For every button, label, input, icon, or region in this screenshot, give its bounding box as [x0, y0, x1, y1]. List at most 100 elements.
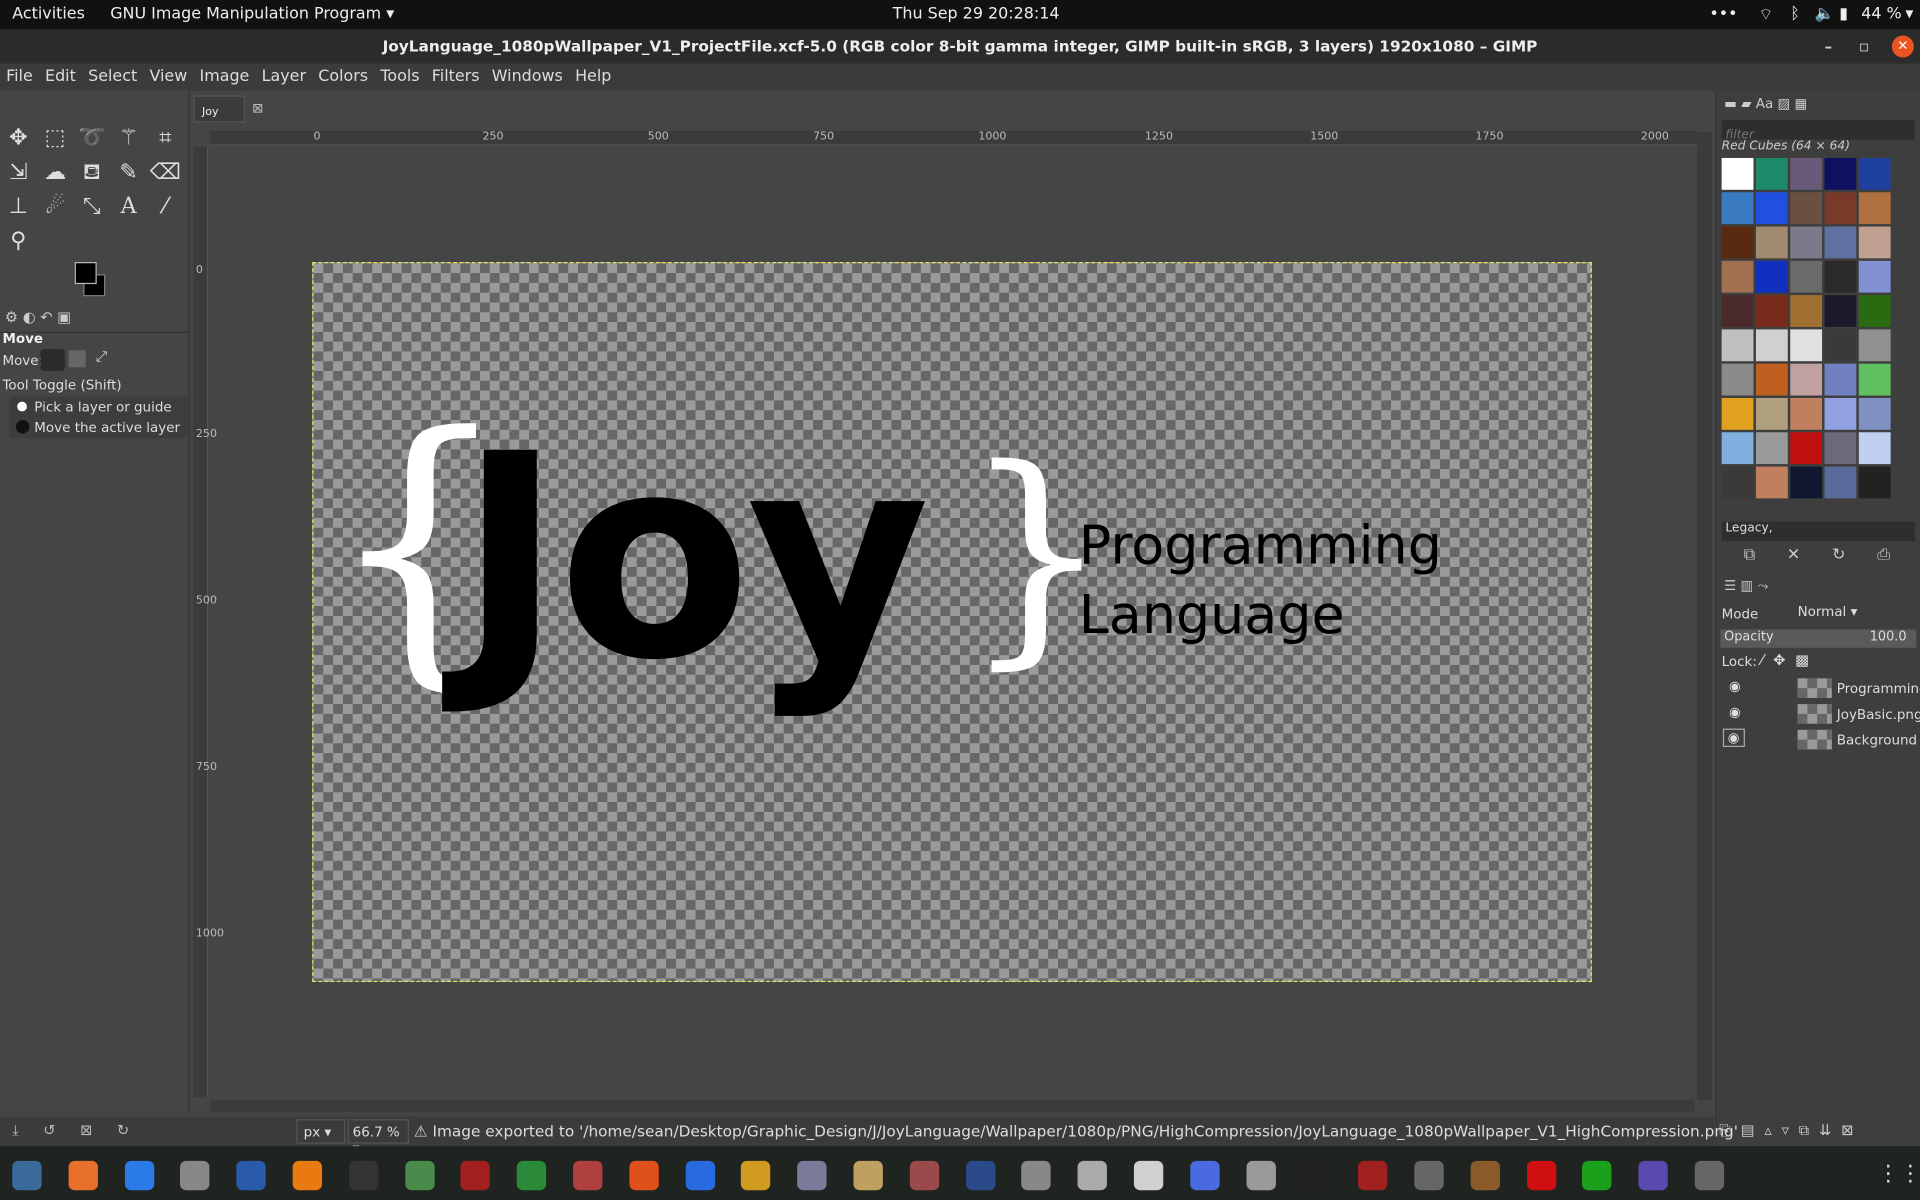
layers-dock-tabs[interactable]: ☰ ▥ ⤳: [1724, 578, 1768, 595]
pattern-swatch[interactable]: [1721, 432, 1754, 465]
pattern-swatch[interactable]: [1790, 226, 1823, 259]
pick-layer-option[interactable]: Pick a layer or guide: [9, 396, 188, 418]
pattern-swatch[interactable]: [1755, 260, 1788, 293]
eraser-icon[interactable]: ⌫: [149, 157, 181, 189]
pattern-swatch[interactable]: [1858, 432, 1891, 465]
layer-row[interactable]: ◉ Background: [1717, 727, 1918, 753]
bluetooth-icon[interactable]: ᛒ: [1790, 5, 1800, 23]
dock-app-icon[interactable]: [1582, 1160, 1612, 1191]
show-apps-icon[interactable]: ⋮⋮⋮: [1877, 1161, 1920, 1190]
dock-app-icon[interactable]: [629, 1160, 659, 1191]
activities-button[interactable]: Activities: [12, 5, 85, 23]
pattern-swatch[interactable]: [1755, 192, 1788, 225]
path-icon[interactable]: ⤡: [76, 191, 108, 223]
pattern-swatch[interactable]: [1790, 192, 1823, 225]
close-tab-icon[interactable]: ⊠: [252, 100, 263, 116]
pattern-swatch[interactable]: [1790, 157, 1823, 190]
dock-app-icon[interactable]: [1358, 1160, 1388, 1191]
layer-name[interactable]: JoyBasic.png: [1837, 707, 1920, 723]
foreground-color-swatch[interactable]: [74, 262, 97, 285]
dock-app-icon[interactable]: [1021, 1160, 1052, 1191]
pattern-swatch[interactable]: [1858, 226, 1891, 259]
pattern-swatch[interactable]: [1824, 295, 1857, 327]
dock-app-icon[interactable]: [1189, 1160, 1220, 1191]
opacity-slider[interactable]: Opacity 100.0: [1720, 629, 1917, 648]
move-active-option[interactable]: Move the active layer: [9, 417, 188, 439]
menu-layer[interactable]: Layer: [255, 64, 312, 85]
menu-file[interactable]: File: [0, 64, 39, 85]
dock-app-icon[interactable]: [797, 1160, 827, 1191]
pattern-actions[interactable]: ⧉✕↻⎙: [1744, 546, 1920, 564]
menu-tools[interactable]: Tools: [374, 64, 425, 85]
dock-app-icon[interactable]: [1694, 1160, 1725, 1191]
layer-name[interactable]: Background: [1837, 732, 1917, 748]
pattern-swatch[interactable]: [1858, 157, 1891, 190]
battery-icon[interactable]: ▮: [1839, 5, 1848, 23]
dock-app-icon[interactable]: [685, 1160, 715, 1191]
dock-app-icon[interactable]: [236, 1160, 266, 1191]
move-path-toggle[interactable]: ⤢: [96, 348, 108, 366]
layer-actions[interactable]: ⎘▤▵▿⧉⇊⊠: [1719, 1122, 1863, 1140]
pattern-swatch[interactable]: [1858, 260, 1891, 293]
chevron-down-icon[interactable]: ▾: [1905, 5, 1913, 23]
pattern-swatch[interactable]: [1858, 192, 1891, 225]
dock-app-icon[interactable]: [68, 1160, 98, 1191]
pattern-swatch[interactable]: [1790, 432, 1823, 465]
pattern-swatch[interactable]: [1824, 432, 1857, 465]
dock-app-icon[interactable]: [124, 1160, 154, 1191]
dock-app-icon[interactable]: [1470, 1160, 1500, 1191]
zoom-icon[interactable]: ⚲: [2, 225, 34, 257]
menu-view[interactable]: View: [143, 64, 193, 85]
menu-windows[interactable]: Windows: [486, 64, 569, 85]
dock-app-icon[interactable]: [12, 1160, 42, 1191]
mode-select[interactable]: Normal ▾: [1798, 604, 1869, 625]
move-icon[interactable]: ✥: [2, 122, 34, 154]
pattern-swatch[interactable]: [1755, 397, 1788, 430]
pattern-swatch[interactable]: [1790, 466, 1823, 499]
pattern-swatch[interactable]: [1824, 397, 1857, 430]
dock-app-icon[interactable]: [1526, 1160, 1556, 1191]
pattern-swatch[interactable]: [1790, 260, 1823, 293]
transform-icon[interactable]: ⇲: [2, 157, 34, 189]
radio-selected-icon[interactable]: [17, 401, 27, 412]
pattern-swatch[interactable]: [1721, 295, 1754, 327]
menu-filters[interactable]: Filters: [426, 64, 486, 85]
pattern-swatch[interactable]: [1721, 363, 1754, 396]
eye-icon[interactable]: ◉: [1729, 678, 1741, 694]
zoom-select[interactable]: 66.7 % ▾: [347, 1119, 409, 1156]
eye-icon[interactable]: ◉: [1722, 728, 1745, 747]
pattern-swatch[interactable]: [1858, 329, 1891, 362]
dock-app-icon[interactable]: [180, 1160, 210, 1191]
dock-app-icon[interactable]: [965, 1160, 996, 1191]
pattern-swatch[interactable]: [1721, 157, 1754, 190]
vertical-scrollbar[interactable]: [1697, 132, 1712, 1100]
pattern-swatch[interactable]: [1721, 329, 1754, 362]
minimize-icon[interactable]: –: [1825, 29, 1833, 63]
dock-app-icon[interactable]: [1302, 1160, 1332, 1191]
lock-buttons[interactable]: ⁄✥▩: [1761, 651, 1819, 668]
pattern-swatch[interactable]: [1824, 363, 1857, 396]
pattern-swatch[interactable]: [1721, 466, 1754, 499]
pattern-swatch[interactable]: [1790, 295, 1823, 327]
bucket-icon[interactable]: ⛾: [76, 157, 108, 189]
dock-app-icon[interactable]: [292, 1160, 323, 1191]
dock-app-icon[interactable]: [853, 1160, 883, 1191]
more-icon[interactable]: •••: [1709, 5, 1737, 23]
dock-tab-icons[interactable]: ▬ ▰ Aa ▨ ▦: [1724, 96, 1807, 112]
pattern-filter-input[interactable]: filter: [1721, 120, 1916, 142]
eye-icon[interactable]: ◉: [1729, 704, 1741, 720]
dock-app-icon[interactable]: [1638, 1160, 1668, 1191]
dock-app-icon[interactable]: [909, 1160, 939, 1191]
pattern-swatch[interactable]: [1824, 329, 1857, 362]
pattern-swatch[interactable]: [1824, 466, 1857, 499]
image-canvas[interactable]: { Joy } Programming Language: [312, 262, 1592, 983]
volume-icon[interactable]: 🔈: [1815, 5, 1835, 23]
horizontal-ruler[interactable]: 0 250 500 750 1000 1250 1500 1750 2000: [210, 131, 1698, 146]
menu-colors[interactable]: Colors: [312, 64, 374, 85]
pattern-swatch[interactable]: [1755, 226, 1788, 259]
pattern-swatch[interactable]: [1824, 157, 1857, 190]
radio-icon[interactable]: [15, 420, 30, 434]
lasso-icon[interactable]: ➰: [76, 122, 108, 154]
quick-actions[interactable]: ⤓↺⊠↻: [12, 1122, 153, 1140]
pattern-swatch[interactable]: [1721, 226, 1754, 259]
